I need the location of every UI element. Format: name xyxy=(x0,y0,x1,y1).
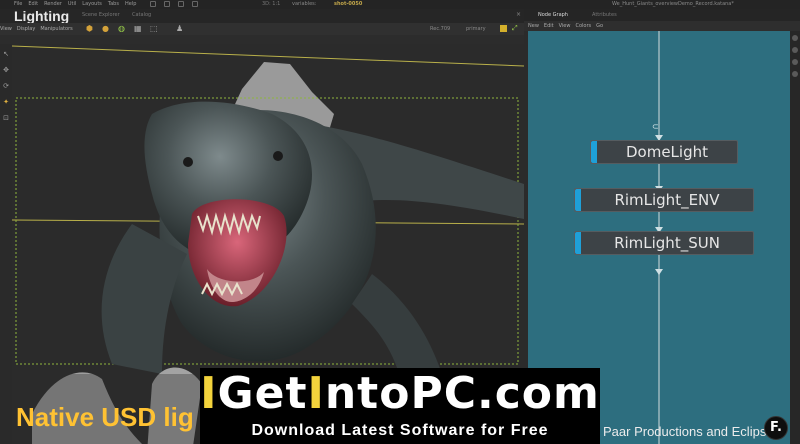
tab-scene-explorer[interactable]: Scene Explorer xyxy=(82,12,120,18)
user-icon[interactable]: ♟ xyxy=(176,24,183,34)
logo-part: I xyxy=(200,368,218,419)
menu-tabs[interactable]: Tabs xyxy=(108,0,119,9)
node-graph-sidebar xyxy=(790,31,800,444)
project-title: We_Hunt_Giants_overviewDemo_Record.katan… xyxy=(612,1,734,7)
sphere-icon[interactable]: ● xyxy=(102,24,109,34)
toolbar-icons xyxy=(150,1,198,7)
logo-part: I xyxy=(307,368,325,419)
node-label: DomeLight xyxy=(625,143,708,161)
lock-icon[interactable] xyxy=(792,59,798,65)
node-tab-bar: Node Graph Attributes xyxy=(524,9,800,21)
node-menu-edit[interactable]: Edit xyxy=(544,21,554,31)
new-file-icon[interactable] xyxy=(150,1,156,7)
node-menu-colors[interactable]: Colors xyxy=(575,21,591,31)
tab-catalog[interactable]: Catalog xyxy=(132,12,151,18)
viewer-toolbar: View Display Manipulators ⬢ ● ◍ ▦ ⬚ ♟ Re… xyxy=(0,23,524,35)
video-caption: Native USD lig xyxy=(16,402,194,432)
select-tool-icon[interactable]: ↖ xyxy=(2,50,10,58)
svg-text:⊂: ⊂ xyxy=(652,122,659,131)
viewer-menu-manipulators[interactable]: Manipulators xyxy=(40,23,72,35)
logo-part: nto xyxy=(324,368,411,419)
node-label: RimLight_ENV xyxy=(614,191,720,209)
record-button[interactable] xyxy=(500,25,507,32)
node-menu-view[interactable]: View xyxy=(559,21,571,31)
scale-tool-icon[interactable]: ⊡ xyxy=(2,114,10,122)
save-file-icon[interactable] xyxy=(178,1,184,7)
mask-icon[interactable] xyxy=(792,35,798,41)
credit-text: Paar Productions and Eclipse xyxy=(603,424,774,439)
open-file-icon[interactable] xyxy=(164,1,170,7)
node-rimlight-sun[interactable]: RimLight_SUN xyxy=(574,231,754,255)
flag-icon[interactable] xyxy=(792,47,798,53)
layer-select[interactable]: primary xyxy=(466,23,486,35)
camera-select[interactable]: Rec.709 xyxy=(430,23,450,35)
node-rimlight-env[interactable]: RimLight_ENV xyxy=(574,188,754,212)
rotate-tool-icon[interactable]: ⟳ xyxy=(2,82,10,90)
light-tool-icon[interactable]: ✦ xyxy=(2,98,10,106)
watermark-tagline: Download Latest Software for Free xyxy=(251,422,549,439)
menu-bar: File Edit Render Util Layouts Tabs Help … xyxy=(0,0,800,9)
channel-badge[interactable]: F. xyxy=(764,416,788,440)
tab-attributes[interactable]: Attributes xyxy=(592,11,617,19)
globe-icon[interactable]: ◍ xyxy=(118,24,125,34)
viewer-menu: View Display Manipulators xyxy=(0,23,73,35)
move-tool-icon[interactable]: ✥ xyxy=(2,66,10,74)
pin-icon[interactable] xyxy=(792,71,798,77)
viewer-menu-display[interactable]: Display xyxy=(17,23,35,35)
menu-help[interactable]: Help xyxy=(125,0,136,9)
node-graph-menu: New Edit View Colors Go xyxy=(524,21,800,31)
manipulator-toolstrip: ↖ ✥ ⟳ ✦ ⊡ xyxy=(0,44,12,444)
viewer-menu-view[interactable]: View xyxy=(0,23,12,35)
undo-icon[interactable] xyxy=(192,1,198,7)
panel-title: Lighting xyxy=(14,8,70,24)
menu-layouts[interactable]: Layouts xyxy=(82,0,102,9)
close-icon[interactable]: × xyxy=(516,11,521,18)
frame-icon[interactable]: ⬚ xyxy=(150,24,158,34)
tab-node-graph[interactable]: Node Graph xyxy=(538,11,568,19)
viewer-tab-bar: Lighting Scene Explorer Catalog × xyxy=(0,8,524,24)
variables-label: variables: xyxy=(292,1,317,7)
logo-part: Get xyxy=(217,368,308,419)
logo-part: PC xyxy=(410,368,477,419)
node-label: RimLight_SUN xyxy=(614,234,720,252)
node-menu-new[interactable]: New xyxy=(528,21,539,31)
frame-all-icon[interactable]: ⤢ xyxy=(512,24,518,33)
node-domelight[interactable]: DomeLight xyxy=(590,140,738,164)
node-menu-go[interactable]: Go xyxy=(596,21,603,31)
zoom-readout: 3D: 1:1 xyxy=(262,1,281,7)
watermark-logo: IGetIntoPC.com xyxy=(200,370,600,418)
logo-part: .com xyxy=(477,368,600,419)
variables-value[interactable]: shot-0050 xyxy=(334,0,362,9)
cube-icon[interactable]: ⬢ xyxy=(86,24,93,34)
grid-icon[interactable]: ▦ xyxy=(134,24,142,34)
